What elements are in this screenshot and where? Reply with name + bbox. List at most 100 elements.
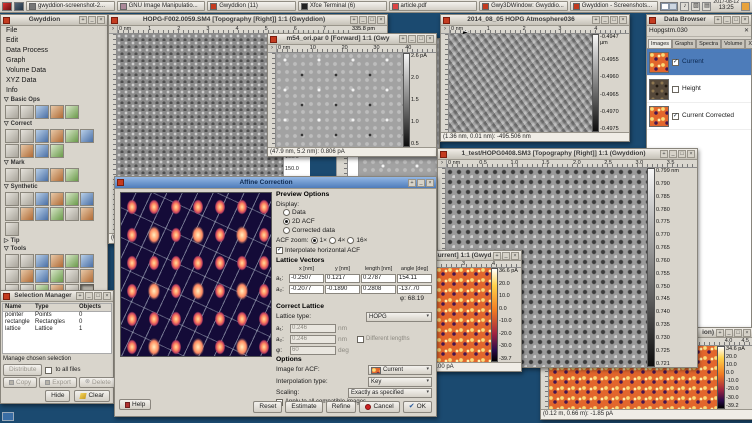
file-close-button[interactable]: ✕ <box>744 28 749 35</box>
afm-image[interactable] <box>449 34 592 132</box>
minimize-button[interactable]: _ <box>669 150 677 158</box>
table-row[interactable]: rectangleRectangles0 <box>3 319 111 326</box>
hide-button[interactable]: Hide <box>45 390 70 401</box>
distribute-button[interactable]: Distribute <box>3 364 42 375</box>
sticky-button[interactable]: + <box>399 35 407 43</box>
menu-data-process[interactable]: Data Process <box>1 46 107 56</box>
titlebar[interactable]: Affine Correction +_× <box>115 177 436 189</box>
tool-icon[interactable] <box>35 254 49 268</box>
taskbar-button[interactable]: GNU Image Manipulatio... <box>117 1 206 11</box>
maximize-button[interactable]: □ <box>678 150 686 158</box>
show-desktop-icon[interactable] <box>14 2 24 11</box>
refine-button[interactable]: Refine <box>326 401 357 413</box>
close-button[interactable]: × <box>97 16 105 24</box>
sticky-button[interactable]: + <box>408 179 416 187</box>
section-header-tip[interactable]: ▷Tip <box>1 237 107 246</box>
close-button[interactable]: × <box>377 16 385 24</box>
titlebar[interactable]: Current] 1:1 (Gwyd +_× <box>431 251 521 261</box>
vertical-ruler[interactable]: 10203040 <box>268 53 276 147</box>
tool-icon[interactable] <box>65 129 79 143</box>
titlebar[interactable]: Data Browser +_□× <box>647 15 751 26</box>
tool-icon[interactable] <box>20 144 34 158</box>
tool-icon[interactable] <box>20 129 34 143</box>
maximize-button[interactable]: □ <box>734 329 742 337</box>
tool-icon[interactable] <box>50 129 64 143</box>
app-menu-icon[interactable] <box>2 2 12 11</box>
tool-icon[interactable] <box>65 168 79 182</box>
tool-icon[interactable] <box>50 144 64 158</box>
a1-angle-entry[interactable]: 154.11 <box>397 274 432 283</box>
clock[interactable]: 2017-08-1213:25 <box>713 0 739 12</box>
tool-icon[interactable] <box>50 269 64 283</box>
close-button[interactable]: × <box>426 179 434 187</box>
visibility-checkbox[interactable] <box>672 113 679 120</box>
tool-icon[interactable] <box>35 207 49 221</box>
cancel-button[interactable]: Cancel <box>359 401 399 413</box>
tool-icon[interactable] <box>80 207 94 221</box>
maximize-button[interactable]: □ <box>417 35 425 43</box>
tool-icon[interactable] <box>50 207 64 221</box>
ruler-corner-arrow[interactable]: › <box>438 160 447 168</box>
section-header-mark[interactable]: ▽Mark <box>1 159 107 168</box>
ruler-corner-arrow[interactable]: › <box>268 45 277 53</box>
workspace-pager[interactable] <box>660 2 678 11</box>
radio-data[interactable] <box>283 209 290 216</box>
tool-icon[interactable] <box>5 269 19 283</box>
sticky-button[interactable]: + <box>592 16 600 24</box>
menu-edit[interactable]: Edit <box>1 36 107 46</box>
tool-icon[interactable] <box>80 254 94 268</box>
tool-icon[interactable] <box>80 192 94 206</box>
ruler-corner-arrow[interactable]: › <box>441 26 450 34</box>
a1-x-entry[interactable]: -0.2507 <box>289 274 324 283</box>
maximize-button[interactable]: □ <box>610 16 618 24</box>
tool-icon[interactable] <box>80 129 94 143</box>
export-button[interactable]: Export <box>39 377 77 388</box>
tool-icon[interactable] <box>5 129 19 143</box>
channel-item-current-corrected[interactable]: Current Corrected <box>647 103 751 130</box>
stm-image[interactable] <box>437 268 491 362</box>
minimize-button[interactable]: _ <box>417 179 425 187</box>
radio-corrected-data[interactable] <box>283 227 290 234</box>
image-for-acf-combo[interactable]: Current▾ <box>368 365 432 375</box>
tool-icon[interactable] <box>50 105 64 119</box>
horizontal-ruler[interactable]: 0 nm1234 <box>450 26 629 34</box>
tool-icon[interactable] <box>35 192 49 206</box>
titlebar[interactable]: m54_ori.par 0 [Forward] 1:1 (Gwy +_□× <box>268 34 436 45</box>
horizontal-ruler[interactable]: 0 nm0.51.01.52.02.53.03.5 <box>447 160 697 168</box>
titlebar[interactable]: Selection Manager +_□× <box>1 291 113 302</box>
tool-icon[interactable] <box>20 192 34 206</box>
sticky-button[interactable]: + <box>660 150 668 158</box>
reset-button[interactable]: Reset <box>253 401 282 413</box>
tab-graphs[interactable]: Graphs <box>672 39 696 48</box>
ok-button[interactable]: ✔OK <box>403 401 432 413</box>
table-row[interactable]: latticeLattice1 <box>3 326 111 333</box>
maximize-button[interactable]: □ <box>94 292 102 300</box>
menu-xyz-data[interactable]: XYZ Data <box>1 76 107 86</box>
close-button[interactable]: × <box>743 329 751 337</box>
minimize-button[interactable]: _ <box>408 35 416 43</box>
volume-icon[interactable]: ♪ <box>680 2 689 11</box>
lattice-phi-entry[interactable]: 60 <box>290 346 336 355</box>
a1-y-entry[interactable]: 0.1217 <box>325 274 360 283</box>
clipboard-icon[interactable]: ▤ <box>702 2 711 11</box>
tool-icon[interactable] <box>50 192 64 206</box>
section-header-correct[interactable]: ▽Correct <box>1 120 107 129</box>
color-scale-bar[interactable] <box>592 34 599 132</box>
tool-icon[interactable] <box>50 254 64 268</box>
tool-icon[interactable] <box>5 207 19 221</box>
color-scale-bar[interactable] <box>491 268 498 362</box>
taskbar-button[interactable]: Gwyddion (11) <box>207 1 296 11</box>
sticky-button[interactable]: + <box>76 292 84 300</box>
tool-icon[interactable] <box>20 207 34 221</box>
tool-icon[interactable] <box>35 129 49 143</box>
radio-zoom-16x[interactable] <box>347 237 354 244</box>
clear-button[interactable]: Clear <box>74 390 110 401</box>
lattice-a2-entry[interactable]: 0.246 <box>290 335 336 344</box>
estimate-button[interactable]: Estimate <box>285 401 322 413</box>
close-button[interactable]: × <box>741 16 749 24</box>
interpolate-checkbox[interactable] <box>276 247 283 254</box>
a2-length-entry[interactable]: 0.2808 <box>361 285 396 294</box>
tab-xyz[interactable]: XYZ <box>745 39 752 48</box>
tab-volume[interactable]: Volume <box>721 39 745 48</box>
menu-info[interactable]: Info <box>1 86 107 96</box>
